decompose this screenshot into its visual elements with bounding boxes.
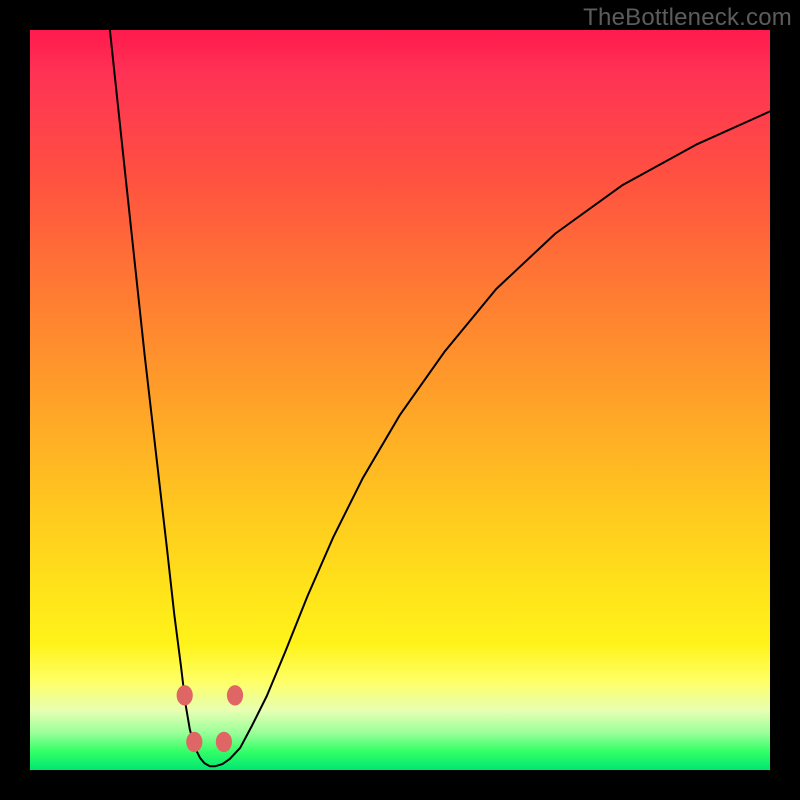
watermark-text: TheBottleneck.com bbox=[583, 4, 792, 32]
right-lower-dot bbox=[216, 732, 232, 752]
chart-frame: TheBottleneck.com bbox=[0, 0, 800, 800]
bottleneck-curve bbox=[110, 30, 770, 766]
plot-area bbox=[30, 30, 770, 770]
left-upper-dot bbox=[177, 685, 193, 705]
chart-overlay bbox=[30, 30, 770, 770]
right-upper-dot bbox=[227, 685, 243, 705]
curve-markers bbox=[177, 685, 244, 752]
left-lower-dot bbox=[186, 732, 202, 752]
